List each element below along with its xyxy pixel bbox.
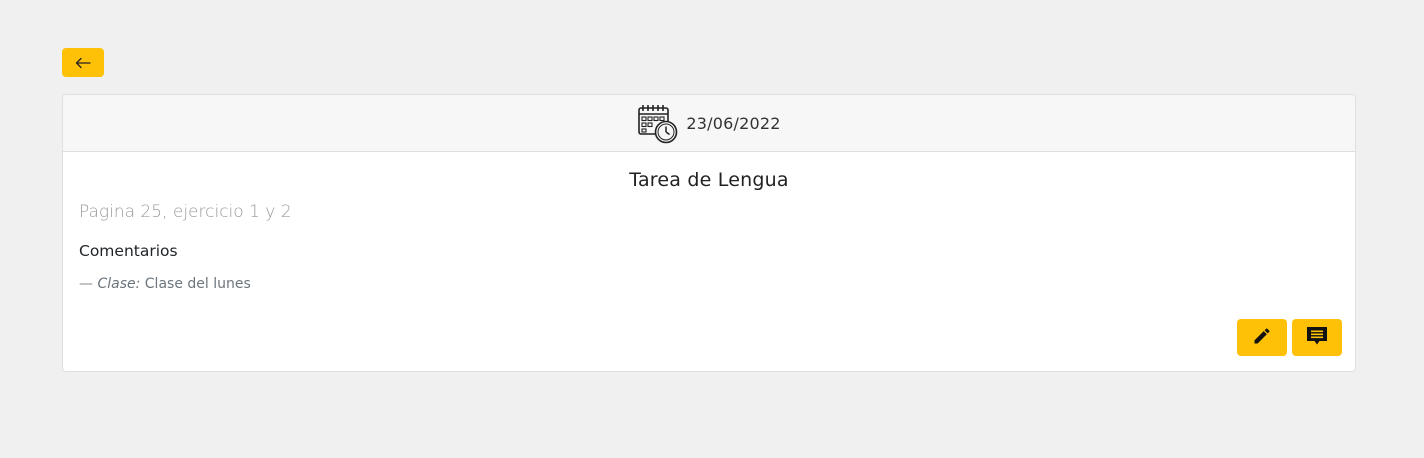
card-header: 23/06/2022 [63,95,1355,152]
add-comment-button[interactable] [1292,319,1342,356]
comment-dash: — [79,276,93,292]
comment-label: Clase: [97,276,141,292]
task-card: 23/06/2022 Tarea de Lengua Pagina 25, ej… [62,94,1356,372]
task-title: Tarea de Lengua [629,169,789,191]
calendar-clock-icon [637,101,679,145]
card-body: Tarea de Lengua Pagina 25, ejercicio 1 y… [63,152,1355,292]
comments-heading: Comentarios [79,242,178,260]
task-date: 23/06/2022 [686,113,781,133]
task-description: Pagina 25, ejercicio 1 y 2 [79,202,292,222]
comment-icon [1305,324,1329,351]
comment-text: Clase del lunes [144,276,251,292]
pencil-icon [1252,326,1272,349]
edit-button[interactable] [1237,319,1287,356]
comment-item: — Clase: Clase del lunes [79,276,1339,292]
arrow-left-icon [75,57,91,69]
back-button[interactable] [62,48,104,77]
